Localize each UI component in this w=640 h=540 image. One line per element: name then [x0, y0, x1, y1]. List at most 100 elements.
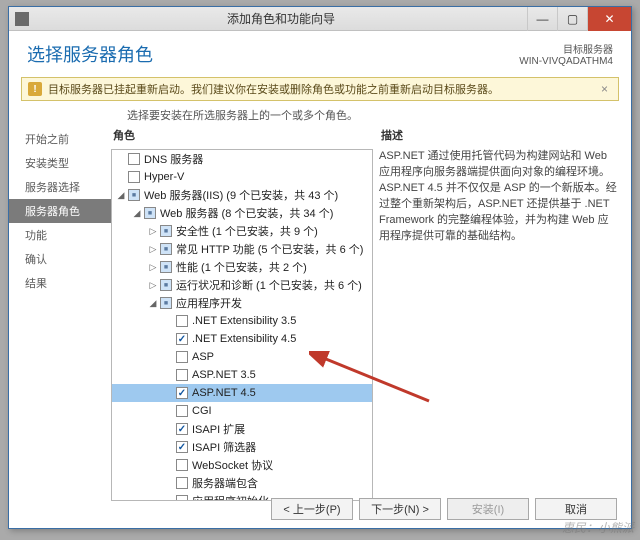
tree-checkbox[interactable]	[144, 207, 156, 219]
caret-open-icon[interactable]: ◢	[132, 208, 142, 219]
roles-column: 角色 DNS 服务器Hyper-V◢Web 服务器(IIS) (9 个已安装，共…	[111, 125, 373, 505]
instruction-text: 选择要安装在所选服务器上的一个或多个角色。	[9, 105, 631, 125]
caret-closed-icon[interactable]: ▷	[148, 262, 158, 273]
tree-label: 安全性 (1 个已安装，共 9 个)	[176, 223, 318, 239]
target-server-label: 目标服务器	[519, 41, 613, 56]
tree-label: Web 服务器 (8 个已安装，共 34 个)	[160, 205, 333, 221]
tree-checkbox[interactable]	[160, 297, 172, 309]
tree-node[interactable]: ISAPI 扩展	[112, 420, 372, 438]
roles-tree[interactable]: DNS 服务器Hyper-V◢Web 服务器(IIS) (9 个已安装，共 43…	[111, 149, 373, 501]
tree-label: 运行状况和诊断 (1 个已安装，共 6 个)	[176, 277, 362, 293]
tree-node[interactable]: .NET Extensibility 3.5	[112, 312, 372, 330]
tree-label: ASP	[192, 351, 214, 363]
sidebar-step[interactable]: 确认	[9, 247, 111, 271]
sidebar-step[interactable]: 结果	[9, 271, 111, 295]
tree-label: ASP.NET 4.5	[192, 387, 256, 399]
app-icon	[15, 12, 29, 26]
tree-label: CGI	[192, 405, 212, 417]
tree-checkbox[interactable]	[176, 477, 188, 489]
tree-checkbox[interactable]	[160, 279, 172, 291]
target-server-value: WIN-VIVQADATHM4	[519, 56, 613, 67]
tree-checkbox[interactable]	[128, 171, 140, 183]
tree-label: 应用程序开发	[176, 295, 242, 311]
sidebar-step[interactable]: 功能	[9, 223, 111, 247]
watermark-text: 惠民：小熊派	[562, 519, 634, 536]
title-bar: 添加角色和功能向导 — ▢ ✕	[9, 7, 631, 31]
caret-closed-icon[interactable]: ▷	[148, 280, 158, 291]
tree-checkbox[interactable]	[160, 225, 172, 237]
tree-checkbox[interactable]	[176, 423, 188, 435]
tree-checkbox[interactable]	[176, 405, 188, 417]
tree-node[interactable]: ◢ Web 服务器(IIS) (9 个已安装，共 43 个)	[112, 186, 372, 204]
maximize-button[interactable]: ▢	[557, 7, 587, 31]
tree-checkbox[interactable]	[176, 459, 188, 471]
tree-checkbox[interactable]	[128, 189, 140, 201]
tree-node[interactable]: ASP.NET 3.5	[112, 366, 372, 384]
close-button[interactable]: ✕	[587, 7, 631, 31]
tree-checkbox[interactable]	[160, 261, 172, 273]
tree-node[interactable]: ▷ 安全性 (1 个已安装，共 9 个)	[112, 222, 372, 240]
sidebar-step[interactable]: 服务器选择	[9, 175, 111, 199]
tree-node[interactable]: ▷ 性能 (1 个已安装，共 2 个)	[112, 258, 372, 276]
roles-column-title: 角色	[111, 125, 373, 149]
caret-closed-icon[interactable]: ▷	[148, 244, 158, 255]
previous-button[interactable]: < 上一步(P)	[271, 498, 353, 520]
caret-open-icon[interactable]: ◢	[148, 298, 158, 309]
sidebar-step[interactable]: 安装类型	[9, 151, 111, 175]
tree-label: 服务器端包含	[192, 475, 258, 491]
tree-label: .NET Extensibility 4.5	[192, 333, 296, 345]
warning-icon: !	[28, 82, 42, 96]
header: 选择服务器角色 目标服务器 WIN-VIVQADATHM4	[9, 31, 631, 73]
role-description-text: ASP.NET 通过使用托管代码为构建网站和 Web 应用程序向服务器端提供面向…	[379, 149, 621, 245]
page-title: 选择服务器角色	[27, 41, 153, 67]
tree-checkbox[interactable]	[176, 333, 188, 345]
tree-node[interactable]: ▷ 运行状况和诊断 (1 个已安装，共 6 个)	[112, 276, 372, 294]
tree-checkbox[interactable]	[176, 495, 188, 501]
tree-checkbox[interactable]	[176, 351, 188, 363]
tree-checkbox[interactable]	[176, 441, 188, 453]
tree-node[interactable]: WebSocket 协议	[112, 456, 372, 474]
tree-node[interactable]: ASP	[112, 348, 372, 366]
tree-checkbox[interactable]	[128, 153, 140, 165]
step-sidebar: 开始之前安装类型服务器选择服务器角色功能确认结果	[9, 125, 111, 505]
cancel-button[interactable]: 取消	[535, 498, 617, 520]
tree-label: 常见 HTTP 功能 (5 个已安装，共 6 个)	[176, 241, 363, 257]
tree-label: 应用程序初始化	[192, 493, 269, 501]
caret-open-icon[interactable]: ◢	[116, 190, 126, 201]
wizard-footer: < 上一步(P) 下一步(N) > 安装(I) 取消	[271, 498, 617, 520]
tree-label: .NET Extensibility 3.5	[192, 315, 296, 327]
wizard-body: 开始之前安装类型服务器选择服务器角色功能确认结果 角色 DNS 服务器 Hyper…	[9, 125, 631, 505]
tree-node[interactable]: 服务器端包含	[112, 474, 372, 492]
tree-checkbox[interactable]	[176, 315, 188, 327]
main-panel: 角色 DNS 服务器Hyper-V◢Web 服务器(IIS) (9 个已安装，共…	[111, 125, 631, 505]
tree-node[interactable]: ISAPI 筛选器	[112, 438, 372, 456]
tree-label: WebSocket 协议	[192, 457, 273, 473]
tree-node[interactable]: ▷ 常见 HTTP 功能 (5 个已安装，共 6 个)	[112, 240, 372, 258]
tree-label: ISAPI 扩展	[192, 421, 245, 437]
tree-node[interactable]: ASP.NET 4.5	[112, 384, 372, 402]
tree-checkbox[interactable]	[176, 369, 188, 381]
install-button: 安装(I)	[447, 498, 529, 520]
tree-checkbox[interactable]	[160, 243, 172, 255]
tree-label: DNS 服务器	[144, 151, 203, 167]
description-column-title: 描述	[379, 125, 621, 149]
caret-closed-icon[interactable]: ▷	[148, 226, 158, 237]
alert-text: 目标服务器已挂起重新启动。我们建议你在安装或删除角色或功能之前重新启动目标服务器…	[48, 81, 597, 97]
tree-node[interactable]: ◢ 应用程序开发	[112, 294, 372, 312]
next-button[interactable]: 下一步(N) >	[359, 498, 441, 520]
tree-node[interactable]: DNS 服务器	[112, 150, 372, 168]
tree-node[interactable]: Hyper-V	[112, 168, 372, 186]
tree-label: Web 服务器(IIS) (9 个已安装，共 43 个)	[144, 187, 338, 203]
tree-node[interactable]: ◢ Web 服务器 (8 个已安装，共 34 个)	[112, 204, 372, 222]
tree-node[interactable]: .NET Extensibility 4.5	[112, 330, 372, 348]
tree-label: Hyper-V	[144, 171, 184, 183]
sidebar-step[interactable]: 服务器角色	[9, 199, 111, 223]
alert-dismiss-button[interactable]: ×	[597, 82, 612, 96]
tree-node[interactable]: CGI	[112, 402, 372, 420]
tree-checkbox[interactable]	[176, 387, 188, 399]
description-column: 描述 ASP.NET 通过使用托管代码为构建网站和 Web 应用程序向服务器端提…	[379, 125, 621, 505]
sidebar-step[interactable]: 开始之前	[9, 127, 111, 151]
target-server-block: 目标服务器 WIN-VIVQADATHM4	[519, 41, 613, 67]
minimize-button[interactable]: —	[527, 7, 557, 31]
tree-label: 性能 (1 个已安装，共 2 个)	[176, 259, 307, 275]
